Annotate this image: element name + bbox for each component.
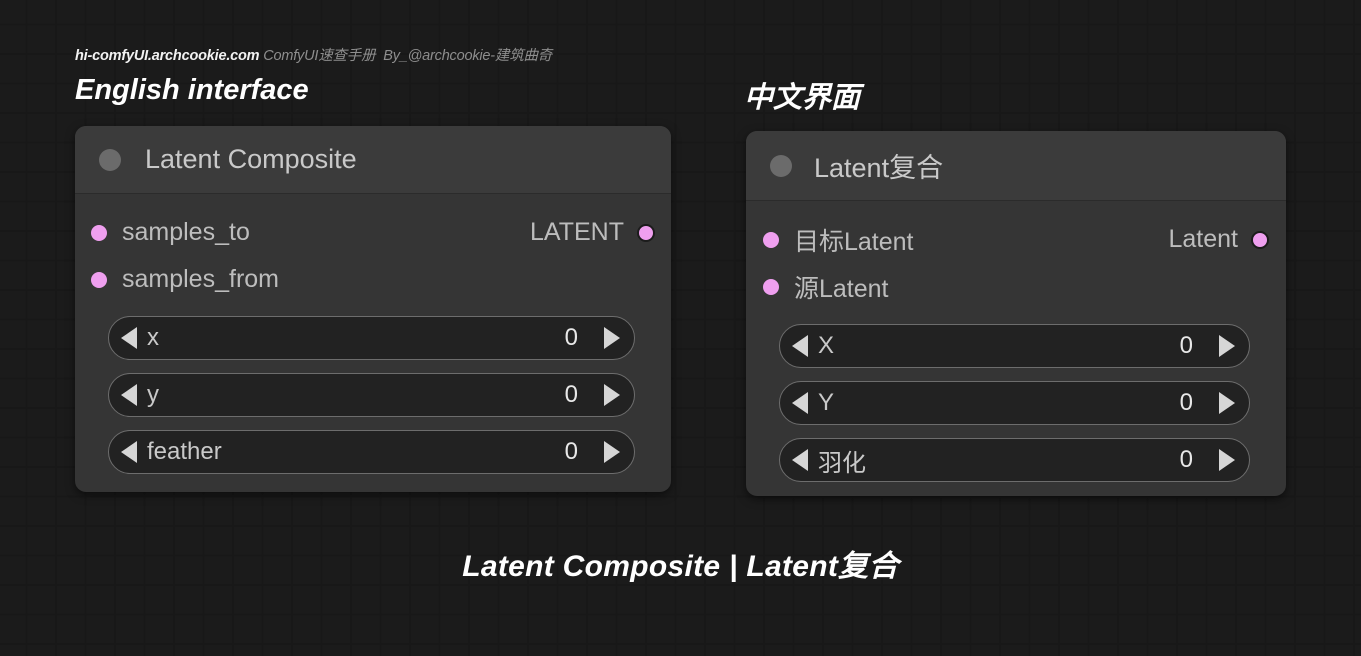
- widget-y[interactable]: Y 0: [779, 381, 1250, 425]
- input-port-dot-icon[interactable]: [91, 224, 107, 241]
- input-port-label: samples_from: [122, 265, 279, 293]
- increment-arrow-icon[interactable]: [604, 441, 620, 463]
- input-port-dot-icon[interactable]: [763, 231, 779, 248]
- node-body: 目标Latent Latent 源Latent X 0 Y 0 羽化 0: [746, 216, 1286, 482]
- increment-arrow-icon[interactable]: [1219, 335, 1235, 357]
- widget-list: X 0 Y 0 羽化 0: [746, 324, 1286, 482]
- heading-english-interface: English interface: [75, 74, 309, 106]
- credit-line: hi-comfyUI.archcookie.com ComfyUI速查手册 By…: [75, 44, 552, 65]
- input-port-label: 源Latent: [794, 274, 889, 303]
- output-port-label: LATENT: [530, 218, 624, 246]
- widget-label: Y: [818, 389, 835, 416]
- node-title-bar[interactable]: Latent复合: [746, 131, 1286, 201]
- decrement-arrow-icon[interactable]: [121, 441, 137, 463]
- port-row-samples-from: samples_from: [75, 256, 671, 303]
- heading-chinese-interface: 中文界面: [744, 82, 861, 114]
- port-row-samples-to: samples_to LATENT: [75, 209, 671, 256]
- widget-label: 羽化: [818, 449, 866, 477]
- widget-x[interactable]: x 0: [108, 316, 635, 360]
- input-port-label: samples_to: [122, 218, 250, 246]
- increment-arrow-icon[interactable]: [604, 327, 620, 349]
- widget-value[interactable]: 0: [1180, 389, 1193, 417]
- node-title-bar[interactable]: Latent Composite: [75, 126, 671, 194]
- increment-arrow-icon[interactable]: [1219, 449, 1235, 471]
- node-latent-composite-chinese[interactable]: Latent复合 目标Latent Latent 源Latent X 0 Y 0…: [746, 131, 1286, 496]
- increment-arrow-icon[interactable]: [1219, 392, 1235, 414]
- widget-value[interactable]: 0: [565, 324, 578, 352]
- collapse-dot-icon[interactable]: [770, 154, 792, 177]
- widget-value[interactable]: 0: [565, 381, 578, 409]
- credit-manual: ComfyUI速查手册: [263, 48, 376, 64]
- widget-label: y: [147, 381, 159, 408]
- decrement-arrow-icon[interactable]: [792, 335, 808, 357]
- widget-value[interactable]: 0: [565, 438, 578, 466]
- widget-x[interactable]: X 0: [779, 324, 1250, 368]
- credit-author: By_@archcookie-建筑曲奇: [383, 48, 553, 64]
- increment-arrow-icon[interactable]: [604, 384, 620, 406]
- input-port-label: 目标Latent: [794, 227, 914, 256]
- widget-label: feather: [147, 438, 222, 465]
- widget-y[interactable]: y 0: [108, 373, 635, 417]
- output-port-dot-icon[interactable]: [1251, 230, 1269, 249]
- decrement-arrow-icon[interactable]: [792, 392, 808, 414]
- widget-value[interactable]: 0: [1180, 446, 1193, 474]
- widget-list: x 0 y 0 feather 0: [75, 316, 671, 474]
- collapse-dot-icon[interactable]: [99, 148, 121, 171]
- node-title-text: Latent Composite: [145, 144, 357, 174]
- widget-value[interactable]: 0: [1180, 332, 1193, 360]
- decrement-arrow-icon[interactable]: [792, 449, 808, 471]
- widget-label: x: [147, 324, 159, 351]
- widget-label: X: [818, 332, 835, 359]
- decrement-arrow-icon[interactable]: [121, 327, 137, 349]
- widget-feather[interactable]: feather 0: [108, 430, 635, 474]
- comfyui-canvas: hi-comfyUI.archcookie.com ComfyUI速查手册 By…: [0, 0, 1361, 656]
- output-port-label: Latent: [1168, 225, 1238, 253]
- widget-feather[interactable]: 羽化 0: [779, 438, 1250, 482]
- caption-node-name: Latent Composite | Latent复合: [462, 550, 899, 583]
- node-latent-composite-english[interactable]: Latent Composite samples_to LATENT sampl…: [75, 126, 671, 492]
- port-row-source-latent: 源Latent: [746, 263, 1286, 310]
- input-port-dot-icon[interactable]: [91, 271, 107, 288]
- input-port-dot-icon[interactable]: [763, 278, 779, 295]
- node-body: samples_to LATENT samples_from x 0 y 0 f…: [75, 209, 671, 474]
- output-port-dot-icon[interactable]: [637, 223, 655, 242]
- credit-site: hi-comfyUI.archcookie.com: [75, 48, 260, 64]
- decrement-arrow-icon[interactable]: [121, 384, 137, 406]
- port-row-target-latent: 目标Latent Latent: [746, 216, 1286, 263]
- node-title-text: Latent复合: [814, 153, 944, 183]
